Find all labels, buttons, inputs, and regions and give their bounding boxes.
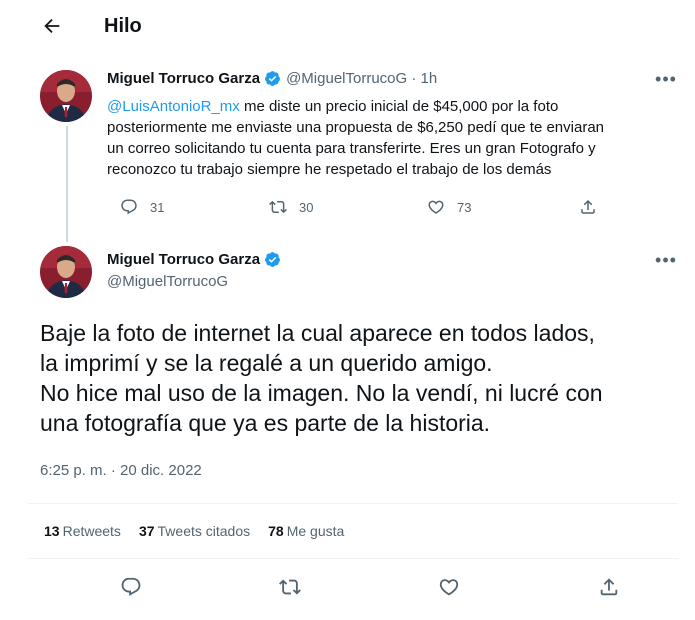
share-button[interactable] xyxy=(567,198,597,216)
heart-icon xyxy=(427,198,445,216)
quotes-count: 37 xyxy=(138,523,155,539)
heart-icon xyxy=(438,576,460,598)
author-name[interactable]: Miguel Torruco Garza xyxy=(107,70,260,87)
arrow-left-icon xyxy=(41,15,63,42)
tweet-line: una fotografía que ya es parte de la his… xyxy=(40,410,491,436)
more-icon[interactable]: ••• xyxy=(654,70,678,92)
thread-connector-line xyxy=(66,126,68,242)
page-title: Hilo xyxy=(104,15,142,37)
avatar[interactable] xyxy=(40,246,92,298)
share-icon xyxy=(579,198,597,216)
author-handle-time[interactable]: @MiguelTorrucoG · 1h xyxy=(286,70,437,87)
reply-icon xyxy=(120,576,142,598)
share-icon xyxy=(598,576,620,598)
reply-button[interactable]: 31 xyxy=(108,198,164,216)
tweet-actions xyxy=(0,576,695,604)
quotes-stat[interactable]: 37 Tweets citados xyxy=(139,523,250,539)
tweet-author-line: Miguel Torruco Garza @MiguelTorrucoG · 1… xyxy=(107,70,437,87)
retweets-count: 13 xyxy=(44,523,60,539)
thread-header: Hilo xyxy=(0,0,695,56)
author-name[interactable]: Miguel Torruco Garza xyxy=(107,251,260,268)
retweet-icon xyxy=(279,576,301,598)
tweet-author-line: Miguel Torruco Garza xyxy=(107,251,281,268)
reply-button[interactable] xyxy=(108,576,142,598)
retweets-label: Retweets xyxy=(62,523,121,539)
author-handle[interactable]: @MiguelTorrucoG xyxy=(107,273,228,290)
tweet-line: Baje la foto de internet la cual aparece… xyxy=(40,320,595,346)
like-button[interactable] xyxy=(426,576,460,598)
tweet-line: un correo solicitando tu cuenta para tra… xyxy=(107,140,596,157)
reply-count: 31 xyxy=(150,199,165,215)
tweet-line: posteriormente me enviaste una propuesta… xyxy=(107,119,605,136)
tweet-line: la imprimí y se la regalé a un querido a… xyxy=(40,350,493,376)
tweet-line: No hice mal uso de la imagen. No la vend… xyxy=(40,380,603,406)
tweet-line: @LuisAntonioR_mx me diste un precio inic… xyxy=(107,96,667,117)
retweet-count: 30 xyxy=(299,199,314,215)
quotes-label: Tweets citados xyxy=(157,523,251,539)
divider xyxy=(28,503,678,504)
retweets-stat[interactable]: 13 Retweets xyxy=(44,523,121,539)
tweet-line-text: me diste un precio inicial de $45,000 po… xyxy=(239,98,559,115)
tweet-text: Baje la foto de internet la cual aparece… xyxy=(40,318,680,438)
mention-link[interactable]: @LuisAntonioR_mx xyxy=(107,98,240,115)
reply-icon xyxy=(120,198,138,216)
divider xyxy=(28,558,678,559)
tweet-line: reconozco tu trabajo siempre he respetad… xyxy=(107,161,552,178)
more-icon[interactable]: ••• xyxy=(654,251,678,273)
tweet-timestamp[interactable]: 6:25 p. m. · 20 dic. 2022 xyxy=(40,462,202,479)
likes-label: Me gusta xyxy=(286,523,345,539)
tweet-stats: 13 Retweets 37 Tweets citados 78 Me gusta xyxy=(44,523,362,539)
retweet-icon xyxy=(269,198,287,216)
avatar[interactable] xyxy=(40,70,92,122)
retweet-button[interactable] xyxy=(267,576,301,598)
like-count: 73 xyxy=(457,199,472,215)
verified-badge-icon xyxy=(264,251,281,268)
like-button[interactable]: 73 xyxy=(415,198,471,216)
likes-count: 78 xyxy=(268,523,284,539)
tweet-actions: 31 30 73 xyxy=(105,198,625,222)
share-button[interactable] xyxy=(586,576,620,598)
retweet-button[interactable]: 30 xyxy=(257,198,313,216)
back-button[interactable] xyxy=(38,14,66,42)
verified-badge-icon xyxy=(264,70,281,87)
tweet-text: @LuisAntonioR_mx me diste un precio inic… xyxy=(107,96,667,180)
likes-stat[interactable]: 78 Me gusta xyxy=(268,523,344,539)
